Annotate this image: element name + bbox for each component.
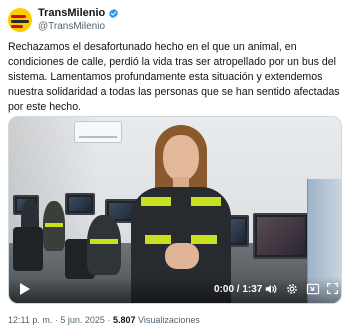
background-monitor <box>65 193 95 215</box>
fullscreen-icon[interactable] <box>326 282 339 295</box>
picture-in-picture-icon[interactable] <box>306 282 320 296</box>
account-handle[interactable]: @TransMilenio <box>38 20 119 33</box>
reflective-stripe <box>141 197 171 206</box>
video-time: 0:00 / 1:37 <box>214 284 263 295</box>
logo-stripe <box>11 25 23 28</box>
presenter-hands <box>165 243 199 269</box>
author-info: TransMilenio @TransMilenio <box>38 7 119 33</box>
background-operator <box>43 201 65 251</box>
reflective-stripe <box>191 235 217 244</box>
volume-icon[interactable] <box>264 282 278 296</box>
logo-stripe <box>11 15 26 18</box>
display-name[interactable]: TransMilenio <box>38 7 105 20</box>
logo-stripe <box>11 20 29 23</box>
tweet-time[interactable]: 12:11 p. m. <box>8 315 52 325</box>
avatar[interactable] <box>8 8 32 32</box>
background-operator <box>87 215 121 275</box>
reflective-stripe <box>145 235 171 244</box>
views-count: 5.807 <box>112 315 136 325</box>
video-player[interactable]: 0:00 / 1:37 <box>8 116 342 304</box>
tweet-text: Rechazamos el desafortunado hecho en el … <box>8 41 340 113</box>
tweet-date[interactable]: 5 jun. 2025 <box>60 315 105 325</box>
views-label: Visualizaciones <box>138 315 200 325</box>
verified-badge-icon <box>109 8 119 19</box>
office-chair <box>13 227 43 271</box>
presenter-face <box>163 135 199 181</box>
air-conditioner <box>74 121 122 143</box>
settings-icon[interactable] <box>285 282 299 296</box>
tweet-header: TransMilenio @TransMilenio <box>8 6 328 34</box>
reflective-stripe <box>191 197 221 206</box>
play-icon[interactable] <box>19 282 31 296</box>
background-monitor <box>253 213 309 259</box>
name-row: TransMilenio <box>38 7 119 20</box>
tweet-meta: 12:11 p. m. · 5 jun. 2025 · 5.807 Visual… <box>8 315 200 325</box>
meta-separator: · <box>107 315 111 325</box>
meta-separator: · <box>54 315 58 325</box>
video-controls: 0:00 / 1:37 <box>9 277 341 303</box>
